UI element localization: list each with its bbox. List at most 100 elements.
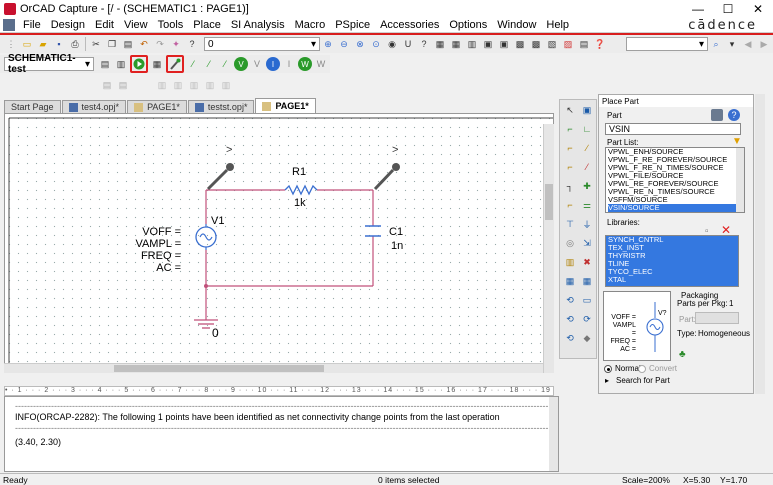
menu-help[interactable]: Help — [541, 19, 574, 31]
net-group-icon[interactable]: ∕ — [580, 141, 594, 155]
xml-icon[interactable]: ▧ — [545, 37, 559, 51]
place-part-icon[interactable] — [711, 109, 723, 121]
new-profile-icon[interactable]: ▤ — [98, 57, 112, 71]
voltage-marker-button[interactable] — [166, 55, 184, 73]
sensitivity-icon[interactable]: ▥ — [203, 78, 217, 92]
layout-icon[interactable]: ▣ — [481, 37, 495, 51]
bias-w-toggle-icon[interactable]: W — [314, 57, 328, 71]
bias-v-toggle-icon[interactable]: V — [250, 57, 264, 71]
bezier-icon[interactable]: ⟳ — [580, 312, 594, 326]
menu-view[interactable]: View — [119, 19, 153, 31]
scroll-thumb[interactable] — [114, 365, 324, 372]
project-icon[interactable]: ▣ — [497, 37, 511, 51]
open-folder-icon[interactable]: ▰ — [36, 37, 50, 51]
voltage-diff-marker-icon[interactable]: ⁄ — [186, 57, 200, 71]
part-input[interactable]: VSIN — [605, 123, 741, 135]
menu-file[interactable]: File — [18, 19, 46, 31]
power-marker-icon[interactable]: ⁄ — [218, 57, 232, 71]
filter-icon[interactable]: ▼ — [732, 136, 742, 147]
voltage-source-v1[interactable] — [195, 224, 217, 250]
advanced-icon[interactable]: ▥ — [155, 78, 169, 92]
dropdown-arrow-icon[interactable]: ▾ — [725, 37, 739, 51]
list-item-selected[interactable]: VSIN/SOURCE — [608, 204, 744, 212]
hier-pin-icon[interactable]: ▥ — [563, 255, 577, 269]
mixed-sim-icon[interactable]: ▤ — [100, 78, 114, 92]
part-number-select[interactable] — [695, 312, 739, 324]
optimizer-icon[interactable]: ▥ — [187, 78, 201, 92]
picture-icon[interactable]: ◆ — [580, 331, 594, 345]
schematic-canvas[interactable]: > > R1 1k C1 1n V1 VOFF = VAMPL = FREQ =… — [4, 113, 554, 373]
canvas-horizontal-scrollbar[interactable] — [4, 363, 543, 373]
edit-profile-icon[interactable]: ▥ — [114, 57, 128, 71]
menu-design[interactable]: Design — [46, 19, 90, 31]
part-list-scrollbar[interactable] — [736, 148, 744, 212]
menu-window[interactable]: Window — [492, 19, 541, 31]
menu-place[interactable]: Place — [188, 19, 226, 31]
resistor-r1[interactable] — [284, 184, 318, 196]
save-icon[interactable]: ▪ — [52, 37, 66, 51]
zoom-area-icon[interactable]: ⊗ — [353, 37, 367, 51]
help-cursor-icon[interactable]: ? — [185, 37, 199, 51]
bus-icon[interactable]: ⌐ — [563, 160, 577, 174]
menu-accessories[interactable]: Accessories — [375, 19, 444, 31]
bus-entry-icon[interactable]: ⁄ — [580, 160, 594, 174]
v1-reference[interactable]: V1 — [211, 215, 224, 227]
net-alias-icon[interactable]: ⌐ — [563, 141, 577, 155]
new-icon[interactable]: ▭ — [20, 37, 34, 51]
bias-w-icon[interactable]: W — [298, 57, 312, 71]
redo-icon[interactable]: ↷ — [153, 37, 167, 51]
tab-page1-active[interactable]: PAGE1* — [255, 98, 316, 113]
cut-icon[interactable]: ✂ — [89, 37, 103, 51]
r1-value[interactable]: 1k — [294, 197, 306, 209]
help-icon[interactable]: ? — [728, 109, 740, 121]
tab-testst[interactable]: testst.opj* — [187, 100, 255, 113]
v1-properties[interactable]: VOFF = VAMPL = FREQ = AC = — [133, 226, 181, 274]
capacitor-c1[interactable] — [365, 225, 381, 237]
run-button[interactable] — [130, 55, 148, 73]
zoom-all-icon[interactable]: ⊙ — [369, 37, 383, 51]
tab-start-page[interactable]: Start Page — [4, 100, 61, 113]
search-for-part-link[interactable]: Search for Part — [616, 376, 670, 385]
part-list[interactable]: VPWL_ENH/SOURCE VPWL_F_RE_FOREVER/SOURCE… — [605, 147, 745, 213]
annotate-icon[interactable]: U — [401, 37, 415, 51]
voltage-probe-right[interactable] — [373, 163, 400, 191]
menu-si-analysis[interactable]: SI Analysis — [226, 19, 290, 31]
c1-value[interactable]: 1n — [391, 240, 403, 252]
normal-radio[interactable] — [604, 365, 612, 373]
zoom-out-icon[interactable]: ⊖ — [337, 37, 351, 51]
bias-i-toggle-icon[interactable]: I — [282, 57, 296, 71]
view-sim-icon[interactable]: ▦ — [150, 57, 164, 71]
next-icon[interactable]: ▶ — [757, 37, 771, 51]
line-icon[interactable]: ▦ — [563, 274, 577, 288]
text-icon[interactable]: ⟲ — [563, 331, 577, 345]
back-annotate-icon[interactable]: ▩ — [513, 37, 527, 51]
hier-port-icon[interactable]: ⚌ — [580, 198, 594, 212]
voltage-probe-left[interactable] — [206, 163, 234, 191]
paste-icon[interactable]: ▤ — [121, 37, 135, 51]
c1-reference[interactable]: C1 — [389, 226, 403, 238]
menu-tools[interactable]: Tools — [153, 19, 189, 31]
delete-net-icon[interactable]: ✖ — [580, 255, 594, 269]
tab-test4[interactable]: test4.opj* — [61, 100, 127, 113]
wire-icon[interactable]: ⌐ — [563, 122, 577, 136]
auto-wire-icon[interactable]: ∟ — [580, 122, 594, 136]
no-connect-icon[interactable]: ✚ — [580, 179, 594, 193]
monte-carlo-icon[interactable]: ▥ — [171, 78, 185, 92]
update-icon[interactable]: ▩ — [529, 37, 543, 51]
maximize-button[interactable]: ☐ — [713, 0, 743, 17]
ref-icon[interactable]: ▤ — [577, 37, 591, 51]
hier-block-icon[interactable]: ⇲ — [580, 236, 594, 250]
convert-radio[interactable] — [638, 365, 646, 373]
current-marker-icon[interactable]: ⁄ — [202, 57, 216, 71]
cross-ref-icon[interactable]: ▦ — [449, 37, 463, 51]
menu-options[interactable]: Options — [444, 19, 492, 31]
log-scrollbar[interactable] — [549, 397, 558, 471]
tab-page1-a[interactable]: PAGE1* — [127, 100, 187, 113]
menu-edit[interactable]: Edit — [90, 19, 119, 31]
place-part-icon[interactable]: ▣ — [580, 103, 594, 117]
session-log[interactable]: ----------------------------------------… — [4, 396, 559, 472]
binoculars-icon[interactable]: ⌕ — [709, 37, 723, 51]
list-item[interactable]: TYCO_ELEC — [608, 268, 738, 276]
previous-icon[interactable]: ◀ — [741, 37, 755, 51]
search-combo[interactable]: ▾ — [626, 37, 708, 51]
